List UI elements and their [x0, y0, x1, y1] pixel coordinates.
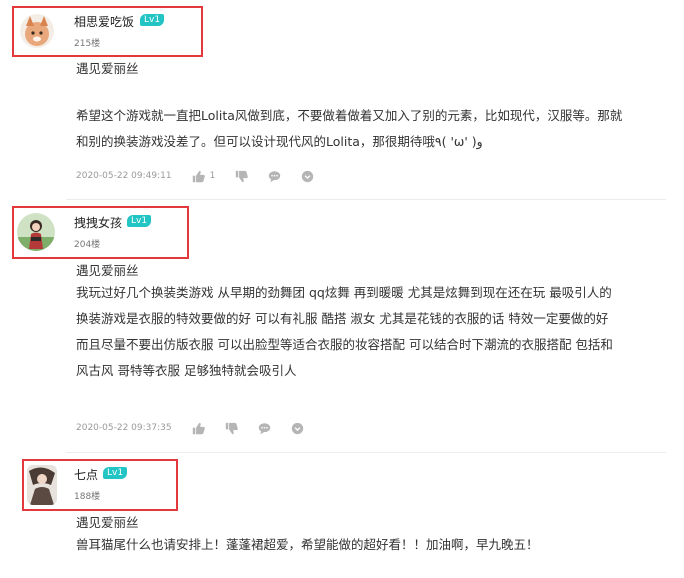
comment-item: 七点 Lv1 188楼 遇见爱丽丝 兽耳猫尾什么也请安排上！蓬蓬裙超爱，希望能做… — [0, 0, 684, 578]
comment-text: 兽耳猫尾什么也请安排上！蓬蓬裙超爱，希望能做的超好看！！加油啊，早九晚五！ — [76, 532, 676, 558]
avatar[interactable] — [27, 465, 57, 505]
game-tag[interactable]: 遇见爱丽丝 — [76, 512, 139, 531]
level-badge: Lv1 — [103, 467, 128, 479]
comment-line: 兽耳猫尾什么也请安排上！蓬蓬裙超爱，希望能做的超好看！！加油啊，早九晚五！ — [76, 537, 539, 552]
username[interactable]: 七点 — [74, 466, 98, 483]
floor-number: 188楼 — [74, 492, 101, 502]
